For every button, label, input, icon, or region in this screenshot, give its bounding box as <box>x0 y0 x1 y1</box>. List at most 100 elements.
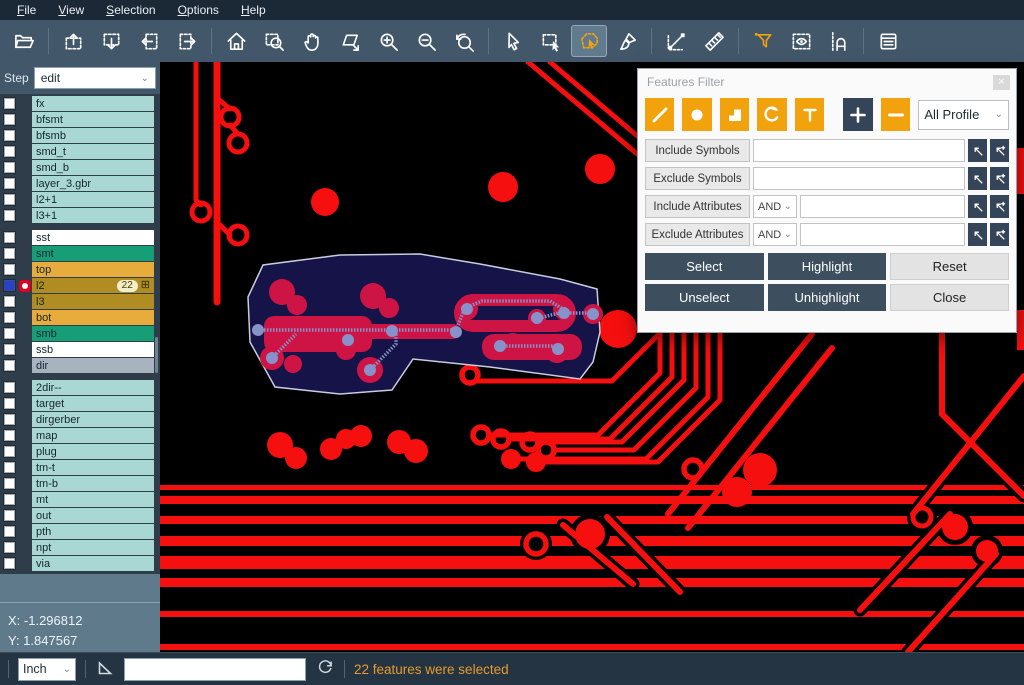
reset-button[interactable]: Reset <box>890 253 1009 280</box>
layer-checkbox[interactable] <box>0 296 18 307</box>
layer-name[interactable]: tm-t <box>32 460 154 475</box>
layer-name[interactable]: l3+1 <box>32 208 154 223</box>
layer-name[interactable]: l3 <box>32 294 154 309</box>
home-view-button[interactable] <box>218 25 254 57</box>
layer-checkbox[interactable] <box>0 462 18 473</box>
nudge-up-button[interactable] <box>55 25 91 57</box>
layer-checkbox[interactable] <box>0 210 18 221</box>
menu-item-file[interactable]: File <box>6 1 47 19</box>
exclude-attributes-button[interactable]: Exclude Attributes <box>645 223 750 246</box>
layer-checkbox[interactable] <box>0 312 18 323</box>
dialog-title-bar[interactable]: Features Filter × <box>638 69 1016 95</box>
layer-name[interactable]: bfsmb <box>32 128 154 143</box>
refresh-icon[interactable] <box>315 657 335 682</box>
pick-add-from-canvas-button[interactable] <box>990 223 1009 246</box>
menu-item-options[interactable]: Options <box>167 1 230 19</box>
layer-checkbox[interactable] <box>0 114 18 125</box>
layer-checkbox[interactable] <box>0 344 18 355</box>
measure-corner-icon[interactable] <box>95 657 115 682</box>
layer-name[interactable]: bfsmt <box>32 112 154 127</box>
layer-name[interactable]: dir <box>32 358 154 373</box>
layer-checkbox[interactable] <box>0 264 18 275</box>
pick-from-canvas-button[interactable] <box>968 167 987 190</box>
layer-checkbox[interactable] <box>0 398 18 409</box>
menu-item-selection[interactable]: Selection <box>95 1 166 19</box>
layer-name[interactable]: pth <box>32 524 154 539</box>
layer-checkbox[interactable] <box>0 494 18 505</box>
command-input[interactable] <box>124 658 306 681</box>
layer-checkbox[interactable] <box>0 232 18 243</box>
view-options-button[interactable] <box>783 25 819 57</box>
snap-magnet-button[interactable] <box>821 25 857 57</box>
filter-value-input[interactable] <box>800 195 965 218</box>
layer-checkbox[interactable] <box>0 280 18 291</box>
layer-name[interactable]: plug <box>32 444 154 459</box>
layer-name[interactable]: 2dir-- <box>32 380 154 395</box>
table-icon[interactable]: ⊞ <box>141 280 150 291</box>
pick-add-from-canvas-button[interactable] <box>990 195 1009 218</box>
zoom-in-button[interactable] <box>370 25 406 57</box>
nudge-down-button[interactable] <box>93 25 129 57</box>
layer-name[interactable]: smd_b <box>32 160 154 175</box>
layer-checkbox[interactable] <box>0 178 18 189</box>
zoom-out-button[interactable] <box>408 25 444 57</box>
rect-select-button[interactable] <box>533 25 569 57</box>
layer-name[interactable]: l222⊞ <box>32 278 154 293</box>
features-filter-button[interactable] <box>745 25 781 57</box>
nudge-right-button[interactable] <box>169 25 205 57</box>
step-select[interactable]: edit ⌄ <box>34 67 156 89</box>
layer-name[interactable]: via <box>32 556 154 571</box>
measure-distance-button[interactable] <box>658 25 694 57</box>
filter-value-input[interactable] <box>800 223 965 246</box>
include-symbols-button[interactable]: Include Symbols <box>645 139 750 162</box>
layer-checkbox[interactable] <box>0 194 18 205</box>
layer-checkbox[interactable] <box>0 510 18 521</box>
profile-select[interactable]: All Profile⌄ <box>918 100 1009 130</box>
close-icon[interactable]: × <box>993 75 1010 90</box>
menu-item-view[interactable]: View <box>47 1 95 19</box>
pick-from-canvas-button[interactable] <box>968 139 987 162</box>
layer-name[interactable]: top <box>32 262 154 277</box>
layer-name[interactable]: npt <box>32 540 154 555</box>
layer-name[interactable]: out <box>32 508 154 523</box>
layer-checkbox[interactable] <box>0 542 18 553</box>
menu-item-help[interactable]: Help <box>230 1 277 19</box>
layer-checkbox[interactable] <box>0 98 18 109</box>
filter-value-input[interactable] <box>753 167 965 190</box>
select-cursor-button[interactable] <box>495 25 531 57</box>
polygon-select-button[interactable] <box>571 25 607 57</box>
measure-ruler-button[interactable] <box>696 25 732 57</box>
exclude-symbols-button[interactable]: Exclude Symbols <box>645 167 750 190</box>
and-or-select[interactable]: AND⌄ <box>753 223 797 246</box>
layer-scrollbar[interactable] <box>155 337 158 373</box>
filter-value-input[interactable] <box>753 139 965 162</box>
select-button[interactable]: Select <box>645 253 764 280</box>
layer-checkbox[interactable] <box>0 446 18 457</box>
layer-checkbox[interactable] <box>0 558 18 569</box>
close-button[interactable]: Close <box>890 284 1009 311</box>
zoom-object-button[interactable] <box>332 25 368 57</box>
include-attributes-button[interactable]: Include Attributes <box>645 195 750 218</box>
unit-select[interactable]: Inch ⌄ <box>18 658 76 681</box>
nudge-left-button[interactable] <box>131 25 167 57</box>
brush-select-button[interactable] <box>609 25 645 57</box>
layers-panel-button[interactable] <box>870 25 906 57</box>
pick-from-canvas-button[interactable] <box>968 195 987 218</box>
text-feature-button[interactable] <box>795 98 824 131</box>
pan-hand-button[interactable] <box>294 25 330 57</box>
unhighlight-button[interactable]: Unhighlight <box>768 284 887 311</box>
layer-checkbox[interactable] <box>0 478 18 489</box>
layer-name[interactable]: ssb <box>32 342 154 357</box>
layer-checkbox[interactable] <box>0 146 18 157</box>
layer-name[interactable]: target <box>32 396 154 411</box>
remove-mode-button[interactable] <box>881 98 910 131</box>
pick-add-from-canvas-button[interactable] <box>990 139 1009 162</box>
layer-name[interactable]: smb <box>32 326 154 341</box>
layer-name[interactable]: layer_3.gbr <box>32 176 154 191</box>
pick-from-canvas-button[interactable] <box>968 223 987 246</box>
highlight-button[interactable]: Highlight <box>768 253 887 280</box>
unselect-button[interactable]: Unselect <box>645 284 764 311</box>
layer-name[interactable]: smd_t <box>32 144 154 159</box>
layer-checkbox[interactable] <box>0 360 18 371</box>
layer-name[interactable]: fx <box>32 96 154 111</box>
